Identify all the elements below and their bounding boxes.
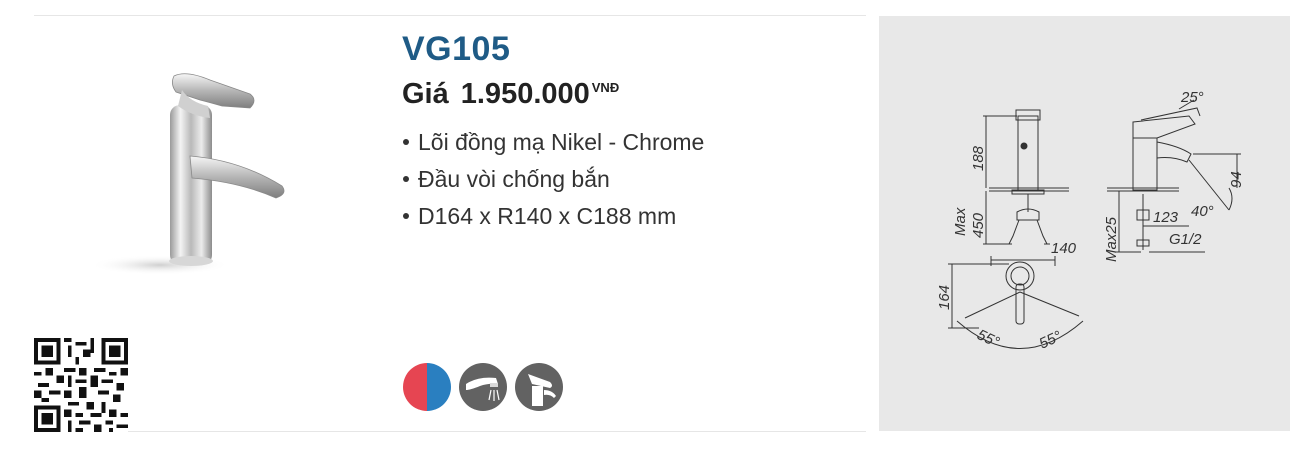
- dim-angle-25: 25°: [1180, 89, 1204, 106]
- dim-angle-55-left: 55°: [974, 326, 1002, 351]
- dim-188: 188: [970, 145, 987, 171]
- feature-item: D164 x R140 x C188 mm: [403, 202, 704, 239]
- dim-123: 123: [1153, 209, 1179, 226]
- feature-item: Lõi đồng mạ Nikel - Chrome: [403, 128, 704, 165]
- dim-140: 140: [1051, 240, 1077, 257]
- dim-angle-55-right: 55°: [1037, 328, 1065, 353]
- top-divider: [34, 15, 866, 16]
- dim-max450-value: 450: [970, 212, 987, 238]
- price-currency: VNĐ: [591, 80, 620, 95]
- bullet-icon: [403, 212, 409, 219]
- faucet-handle-icon: [515, 363, 563, 411]
- dim-angle-40: 40°: [1191, 203, 1214, 220]
- price-value: 1.950.000: [460, 78, 590, 110]
- product-price: Giá 1.950.000 VNĐ: [402, 78, 619, 111]
- dim-max450-label: Max: [952, 207, 969, 236]
- dim-164: 164: [936, 285, 953, 310]
- dim-g12: G1/2: [1169, 231, 1202, 248]
- bullet-icon: [403, 175, 409, 182]
- feature-item: Đầu vòi chống bắn: [403, 165, 704, 202]
- technical-drawing-panel: 188 Max 450 25° 94 Max25 123 40° G1/2 14…: [879, 16, 1290, 431]
- aerator-spray-icon: [459, 363, 507, 411]
- technical-drawing: 188 Max 450 25° 94 Max25 123 40° G1/2 14…: [936, 89, 1245, 353]
- hot-cold-icon: [403, 363, 451, 411]
- feature-icons: [402, 362, 564, 412]
- product-model: VG105: [402, 30, 511, 68]
- price-prefix: Giá: [402, 78, 449, 110]
- dim-94: 94: [1228, 171, 1245, 188]
- faucet-product-image: [90, 73, 285, 275]
- bullet-icon: [403, 138, 409, 145]
- bottom-divider: [34, 431, 866, 432]
- feature-list: Lõi đồng mạ Nikel - Chrome Đầu vòi chống…: [403, 128, 704, 239]
- dim-max25: Max25: [1103, 216, 1120, 262]
- qr-code: [34, 338, 128, 432]
